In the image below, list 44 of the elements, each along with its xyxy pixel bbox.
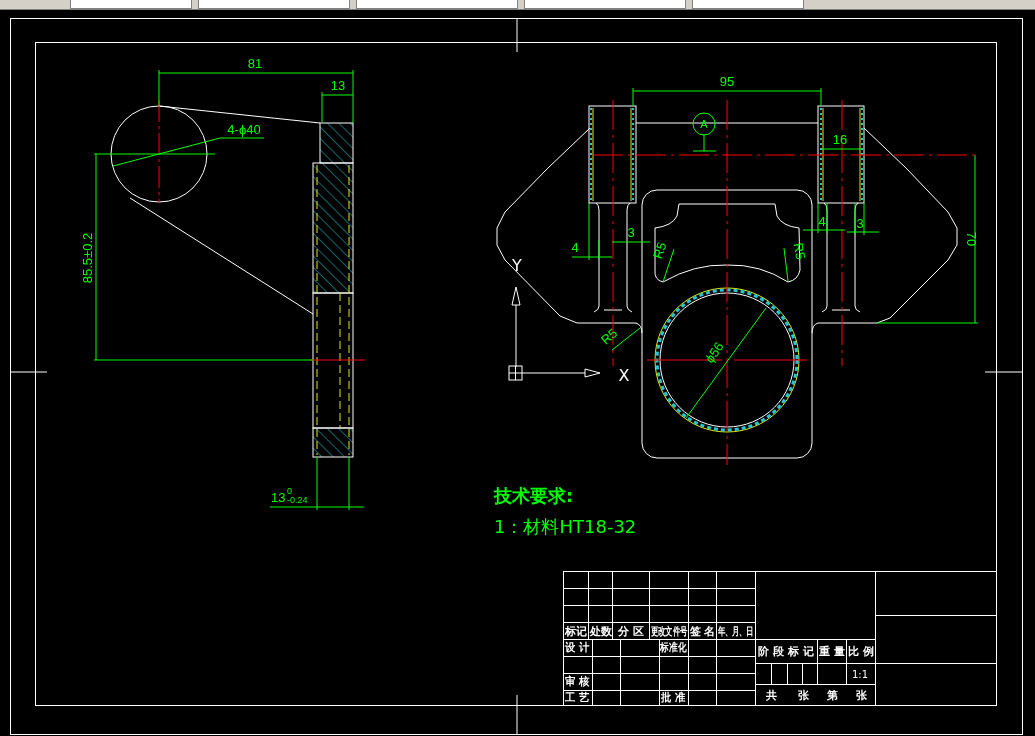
title-block-label: 阶 段 标 记	[758, 645, 814, 658]
ucs-icon	[508, 286, 601, 381]
title-block-label: 分 区	[618, 625, 644, 638]
title-block-label: 工 艺	[564, 690, 590, 705]
requirements-heading: 技术要求:	[494, 485, 574, 506]
dimension-text: 13	[271, 490, 286, 505]
dimension-text: R5	[597, 325, 621, 348]
title-block-label: 处数	[589, 625, 612, 638]
dimension-text: 85.5±0.2	[80, 232, 95, 284]
dimension-text: 4	[571, 240, 579, 255]
dimension-text: ϕ56	[701, 339, 727, 366]
tolerance-upper-text: 0	[287, 486, 292, 496]
dimension-text: 3	[856, 216, 864, 231]
datum-label: A	[700, 118, 708, 130]
dimension-text: 16	[832, 132, 848, 147]
title-block-label: 第	[826, 689, 838, 702]
title-block-label: 比 例	[848, 645, 874, 658]
scale-value: 1:1	[851, 669, 869, 680]
title-block-label: 审 核	[564, 674, 590, 689]
datum-symbol	[692, 112, 717, 152]
dimension-text: 70	[964, 231, 979, 247]
title-block-label: 签 名	[689, 625, 716, 638]
title-block-label: 标准化	[660, 641, 687, 654]
title-block-label: 张	[855, 689, 867, 702]
tolerance-lower-text: -0.24	[287, 495, 308, 505]
title-block-label: 批 准	[661, 690, 686, 705]
dimension-text: R5	[649, 240, 670, 261]
dimension-text: 3	[627, 225, 635, 240]
dimension-text: 4	[818, 214, 826, 229]
title-block-label: 标记	[564, 625, 587, 638]
title-block-label: 年、月、日	[717, 624, 754, 638]
title-block-label: 更改文件号	[651, 624, 687, 638]
dimension-text: 13	[330, 78, 346, 93]
dimension-text: 4-ϕ40	[227, 122, 261, 137]
title-block-label: 重 量	[819, 645, 845, 658]
requirement-text: 1：材料HT18-32	[494, 516, 637, 537]
axis-label: Y	[512, 256, 522, 275]
dimension-text: 95	[719, 74, 735, 89]
title-block-label: 共	[765, 689, 777, 702]
dimension-text: R5	[790, 241, 809, 261]
axis-label: X	[618, 366, 630, 385]
dimension-text: 81	[247, 56, 263, 71]
title-block-label: 设 计	[564, 640, 590, 655]
title-block-label: 张	[797, 689, 809, 702]
